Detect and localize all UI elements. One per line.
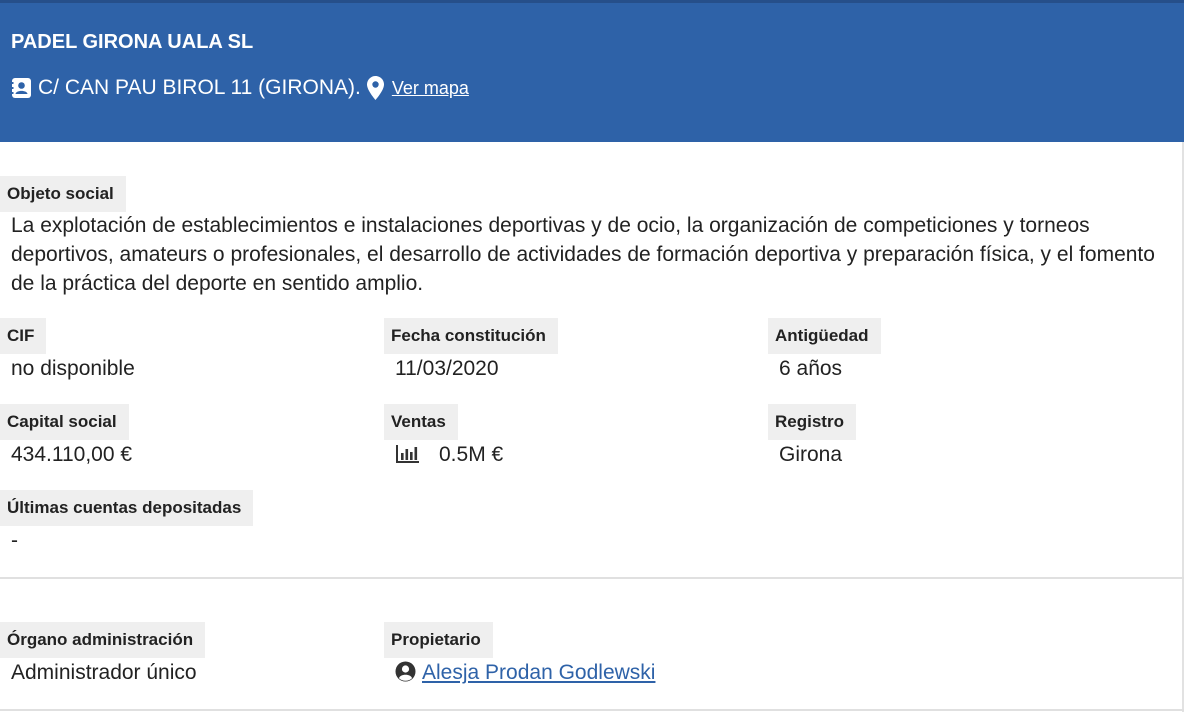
map-pin-icon [366, 76, 384, 100]
ventas-value: 0.5M € [439, 443, 504, 466]
address-row: C/ CAN PAU BIROL 11 (GIRONA). Ver mapa [11, 76, 469, 100]
ultimas-cuentas-label: Últimas cuentas depositadas [0, 490, 254, 526]
ventas-label: Ventas [384, 404, 458, 440]
organo-administracion-value: Administrador único [11, 661, 197, 684]
objeto-social-value: La explotación de establecimientos e ins… [11, 214, 1155, 295]
company-header: PADEL GIRONA UALA SL C/ CAN PAU BIROL 11… [0, 0, 1184, 142]
ultimas-cuentas-value: - [11, 529, 18, 552]
objeto-social-label: Objeto social [0, 176, 126, 212]
fecha-constitucion-value: 11/03/2020 [395, 357, 499, 380]
fecha-constitucion-label: Fecha constitución [384, 318, 558, 354]
section-divider [0, 577, 1184, 579]
capital-social-label: Capital social [0, 404, 129, 440]
company-card: PADEL GIRONA UALA SL C/ CAN PAU BIROL 11… [0, 0, 1184, 712]
company-address: C/ CAN PAU BIROL 11 (GIRONA). [38, 76, 361, 99]
organo-administracion-label: Órgano administración [0, 622, 206, 658]
bar-chart-icon [396, 445, 419, 463]
company-name: PADEL GIRONA UALA SL [11, 31, 254, 53]
propietario-label: Propietario [384, 622, 493, 658]
registro-label: Registro [768, 404, 856, 440]
view-map-link[interactable]: Ver mapa [392, 78, 469, 99]
antiguedad-value: 6 años [779, 357, 843, 380]
cif-value: no disponible [11, 357, 135, 380]
cif-label: CIF [0, 318, 47, 354]
capital-social-value: 434.110,00 € [11, 443, 133, 466]
user-circle-icon [395, 661, 416, 682]
antiguedad-label: Antigüedad [768, 318, 881, 354]
address-book-icon [11, 78, 31, 98]
registro-value: Girona [779, 443, 843, 466]
propietario-row: Alesja Prodan Godlewski [395, 661, 655, 685]
propietario-link[interactable]: Alesja Prodan Godlewski [422, 661, 655, 684]
ventas-value-row: 0.5M € [395, 443, 503, 467]
bottom-divider [0, 709, 1184, 711]
